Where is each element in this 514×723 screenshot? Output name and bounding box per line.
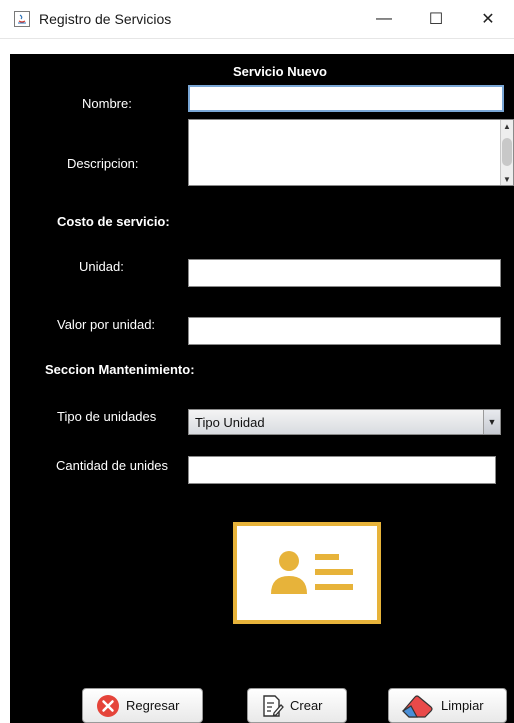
- regresar-label: Regresar: [126, 698, 180, 713]
- descripcion-textarea[interactable]: [189, 120, 495, 185]
- window-title: Registro de Servicios: [39, 11, 172, 27]
- costo-heading: Costo de servicio:: [57, 214, 170, 229]
- scroll-thumb[interactable]: [502, 138, 512, 166]
- scroll-up-arrow-icon[interactable]: ▲: [501, 120, 513, 132]
- regresar-button[interactable]: Regresar: [82, 688, 203, 723]
- minimize-icon: —: [376, 10, 392, 27]
- title-bar: Registro de Servicios — ☐ ✕: [0, 0, 514, 39]
- cancel-x-icon: [97, 694, 119, 717]
- edit-document-icon: [263, 694, 284, 717]
- close-icon: ✕: [481, 11, 495, 28]
- descripcion-scrollbar[interactable]: ▲ ▼: [500, 120, 513, 185]
- nombre-input[interactable]: [188, 85, 504, 112]
- nombre-label: Nombre:: [82, 96, 132, 111]
- tipo-unidades-label: Tipo de unidades: [57, 409, 157, 424]
- scroll-down-arrow-icon[interactable]: ▼: [501, 173, 513, 185]
- limpiar-label: Limpiar: [441, 698, 484, 713]
- descripcion-textarea-container: ▲ ▼: [188, 119, 514, 186]
- minimize-button[interactable]: —: [361, 0, 407, 38]
- id-card-icon: [271, 551, 353, 594]
- valor-por-unidad-input[interactable]: [188, 317, 501, 345]
- maximize-icon: ☐: [428, 11, 444, 28]
- unidad-input[interactable]: [188, 259, 501, 287]
- tipo-unidad-select[interactable]: Tipo Unidad ▼: [188, 409, 501, 435]
- java-app-icon: [14, 11, 30, 27]
- limpiar-button[interactable]: Limpiar: [388, 688, 507, 723]
- crear-button[interactable]: Crear: [247, 688, 347, 723]
- unidad-label: Unidad:: [79, 259, 124, 274]
- app-window: Registro de Servicios — ☐ ✕ Servicio Nue…: [0, 0, 514, 723]
- cantidad-unides-label: Cantidad de unides: [56, 458, 169, 473]
- crear-label: Crear: [290, 698, 323, 713]
- maximize-button[interactable]: ☐: [413, 0, 459, 38]
- tipo-unidad-selected-value: Tipo Unidad: [195, 415, 265, 430]
- eraser-icon: [402, 694, 433, 718]
- close-button[interactable]: ✕: [465, 0, 511, 38]
- mantenimiento-heading: Seccion Mantenimiento:: [45, 362, 195, 377]
- descripcion-label: Descripcion:: [67, 156, 139, 171]
- form-panel: Servicio Nuevo Nombre: Descripcion: ▲ ▼ …: [10, 54, 514, 723]
- dropdown-arrow-icon[interactable]: ▼: [483, 410, 500, 434]
- form-heading: Servicio Nuevo: [233, 64, 327, 79]
- cantidad-unides-input[interactable]: [188, 456, 496, 484]
- valor-por-unidad-label: Valor por unidad:: [57, 317, 156, 332]
- id-card-logo: [233, 522, 381, 624]
